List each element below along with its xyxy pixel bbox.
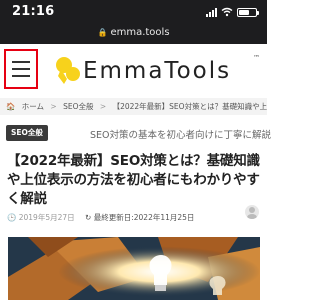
breadcrumb: 🏠 ホーム > SEO全般 > 【2022年最新】SEO対策とは？基礎知識や上位… (0, 98, 267, 115)
breadcrumb-separator: > (99, 102, 107, 111)
address-bar[interactable]: 🔒 emma.tools (0, 27, 267, 41)
updated-label: 最終更新日: (93, 213, 134, 222)
logo-mark-icon (56, 57, 80, 84)
home-icon: 🏠 (6, 102, 16, 111)
breadcrumb-category[interactable]: SEO全般 (63, 102, 93, 111)
hamburger-menu-button[interactable] (4, 49, 38, 89)
article-title: 【2022年最新】SEO対策とは？基礎知識や上位表示の方法を初心者にもわかりやす… (7, 153, 260, 207)
url-text: emma.tools (110, 27, 170, 38)
category-row: SEO全般 SEO対策の基本を初心者向けに丁寧に解説 (0, 125, 271, 142)
clock-icon: 🕒 (7, 213, 17, 222)
logo-trademark: ™ (253, 54, 260, 62)
refresh-icon: ↻ (85, 213, 92, 222)
breadcrumb-separator: > (50, 102, 57, 111)
updated-date: 2022年11月25日 (133, 213, 195, 222)
menu-icon-bar (12, 75, 30, 77)
logo-text: EmmaTools (83, 58, 232, 84)
lock-icon: 🔒 (97, 28, 108, 37)
hero-illustration (8, 237, 260, 300)
menu-icon-bar (12, 68, 30, 70)
breadcrumb-current: 【2022年最新】SEO対策とは？基礎知識や上位表示 (112, 102, 267, 111)
hero-image (8, 237, 260, 300)
site-header: EmmaTools ™ (0, 44, 267, 96)
status-time: 21:16 (12, 4, 55, 19)
article-meta: 🕒 2019年5月27日 ↻ 最終更新日:2022年11月25日 (7, 212, 263, 224)
category-badge[interactable]: SEO全般 (6, 125, 48, 141)
author-avatar[interactable] (245, 205, 259, 219)
battery-icon (237, 7, 259, 17)
breadcrumb-home[interactable]: ホーム (22, 102, 44, 111)
menu-icon (12, 61, 30, 63)
published-date: 2019年5月27日 (18, 213, 75, 222)
signal-icon (206, 7, 217, 17)
wifi-icon (221, 7, 233, 17)
article-subtitle: SEO対策の基本を初心者向けに丁寧に解説 (90, 130, 272, 141)
status-icons (206, 6, 259, 18)
